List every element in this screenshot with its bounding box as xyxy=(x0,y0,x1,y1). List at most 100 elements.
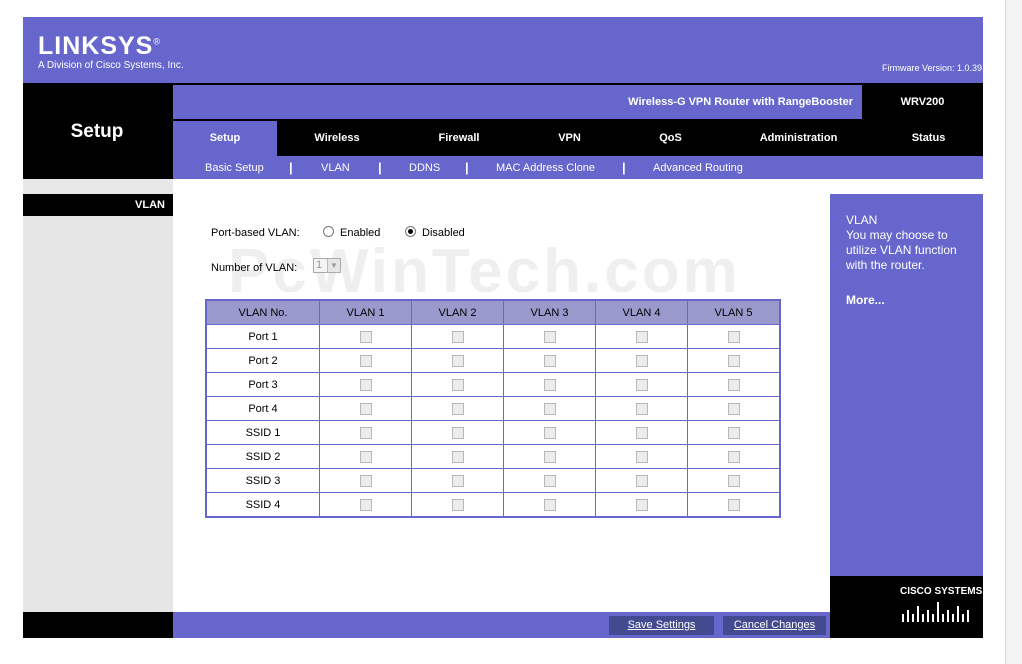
vlan-checkbox[interactable] xyxy=(727,474,740,487)
vlan-checkbox[interactable] xyxy=(727,426,740,439)
vlan-checkbox[interactable] xyxy=(727,498,740,511)
left-section-label: VLAN xyxy=(135,199,165,211)
linksys-logo: LINKSYS® xyxy=(38,32,161,60)
vlan-checkbox[interactable] xyxy=(727,402,740,415)
tab-status[interactable]: Status xyxy=(874,121,983,156)
vlan-checkbox[interactable] xyxy=(635,402,648,415)
vlan-checkbox[interactable] xyxy=(543,402,556,415)
table-row: Port 1 xyxy=(205,324,781,349)
row-label: Port 2 xyxy=(205,348,320,373)
vlan-checkbox[interactable] xyxy=(543,450,556,463)
vlan-checkbox[interactable] xyxy=(359,498,372,511)
save-settings-button[interactable]: Save Settings xyxy=(609,616,714,635)
subnav-vlan[interactable]: VLAN xyxy=(321,162,350,174)
product-name: Wireless-G VPN Router with RangeBooster xyxy=(628,96,853,108)
tab-qos[interactable]: QoS xyxy=(618,121,723,156)
tab-vpn[interactable]: VPN xyxy=(521,121,618,156)
table-row: Port 3 xyxy=(205,372,781,397)
vlan-checkbox[interactable] xyxy=(359,450,372,463)
firmware-version: Firmware Version: 1.0.39 xyxy=(881,63,982,73)
vlan-checkbox[interactable] xyxy=(727,450,740,463)
help-text: You may choose to utilize VLAN function … xyxy=(846,228,957,272)
vlan-checkbox[interactable] xyxy=(359,330,372,343)
vlan-checkbox[interactable] xyxy=(451,378,464,391)
tab-firewall[interactable]: Firewall xyxy=(397,121,521,156)
table-header-row: VLAN No. VLAN 1 VLAN 2 VLAN 3 VLAN 4 VLA… xyxy=(205,299,781,325)
row-label: Port 4 xyxy=(205,396,320,421)
subnav-separator: | xyxy=(622,160,626,175)
port-vlan-enabled-radio[interactable] xyxy=(323,226,334,237)
table-row: SSID 2 xyxy=(205,444,781,469)
vlan-checkbox[interactable] xyxy=(451,498,464,511)
vlan-checkbox[interactable] xyxy=(359,474,372,487)
vlan-checkbox[interactable] xyxy=(543,378,556,391)
vlan-checkbox[interactable] xyxy=(359,426,372,439)
header-gap-left xyxy=(23,179,173,194)
tab-setup[interactable]: Setup xyxy=(173,121,277,156)
vlan-checkbox[interactable] xyxy=(635,378,648,391)
tab-administration[interactable]: Administration xyxy=(723,121,874,156)
watermark: PcWinTech.com xyxy=(228,237,741,306)
table-row: Port 2 xyxy=(205,348,781,373)
row-label: Port 1 xyxy=(205,324,320,349)
vlan-checkbox[interactable] xyxy=(451,402,464,415)
port-vlan-label: Port-based VLAN: xyxy=(211,227,300,239)
vlan-checkbox[interactable] xyxy=(543,426,556,439)
tab-wireless[interactable]: Wireless xyxy=(277,121,397,156)
vlan-checkbox[interactable] xyxy=(727,378,740,391)
vlan-checkbox[interactable] xyxy=(451,354,464,367)
cancel-changes-button[interactable]: Cancel Changes xyxy=(723,616,826,635)
vlan-checkbox[interactable] xyxy=(451,330,464,343)
subnav-separator: | xyxy=(289,160,293,175)
footer-left xyxy=(23,612,173,638)
column-header: VLAN 5 xyxy=(687,299,781,325)
subnav-advanced-routing[interactable]: Advanced Routing xyxy=(653,162,743,174)
window-scrollbar[interactable] xyxy=(1005,0,1022,664)
vlan-checkbox[interactable] xyxy=(543,330,556,343)
row-label: Port 3 xyxy=(205,372,320,397)
column-header: VLAN 3 xyxy=(503,299,596,325)
vlan-checkbox[interactable] xyxy=(635,450,648,463)
vlan-checkbox[interactable] xyxy=(359,378,372,391)
table-row: SSID 1 xyxy=(205,420,781,445)
row-label: SSID 4 xyxy=(205,492,320,518)
subnav-basic-setup[interactable]: Basic Setup xyxy=(205,162,264,174)
row-label: SSID 1 xyxy=(205,420,320,445)
header-banner xyxy=(23,17,983,83)
table-row: SSID 4 xyxy=(205,492,781,518)
column-header: VLAN 2 xyxy=(411,299,504,325)
vlan-checkbox[interactable] xyxy=(635,330,648,343)
subnav-ddns[interactable]: DDNS xyxy=(409,162,440,174)
vlan-checkbox[interactable] xyxy=(543,354,556,367)
vlan-checkbox[interactable] xyxy=(451,426,464,439)
vlan-checkbox[interactable] xyxy=(359,354,372,367)
vlan-checkbox[interactable] xyxy=(727,330,740,343)
vlan-checkbox[interactable] xyxy=(451,450,464,463)
vlan-checkbox[interactable] xyxy=(451,474,464,487)
enabled-label: Enabled xyxy=(340,227,381,239)
vlan-checkbox[interactable] xyxy=(635,474,648,487)
vlan-checkbox[interactable] xyxy=(635,498,648,511)
vlan-checkbox[interactable] xyxy=(359,402,372,415)
section-title: Setup xyxy=(70,121,124,142)
vlan-checkbox[interactable] xyxy=(635,426,648,439)
vlan-checkbox[interactable] xyxy=(543,498,556,511)
num-vlan-select[interactable]: 1 ▼ xyxy=(313,258,341,273)
num-vlan-value: 1 xyxy=(316,259,323,271)
vlan-checkbox[interactable] xyxy=(727,354,740,367)
disabled-label: Disabled xyxy=(422,227,465,239)
help-title: VLAN xyxy=(846,213,878,227)
port-vlan-disabled-radio[interactable] xyxy=(405,226,416,237)
subnav-mac-address-clone[interactable]: MAC Address Clone xyxy=(496,162,595,174)
vlan-checkbox[interactable] xyxy=(635,354,648,367)
column-header: VLAN 4 xyxy=(595,299,688,325)
vlan-table: VLAN No. VLAN 1 VLAN 2 VLAN 3 VLAN 4 VLA… xyxy=(205,299,781,518)
column-header: VLAN No. xyxy=(205,299,320,325)
model-name: WRV200 xyxy=(900,96,945,108)
cisco-logo: CISCO SYSTEMS xyxy=(900,586,983,597)
subnav-separator: | xyxy=(378,160,382,175)
help-more-link[interactable]: More... xyxy=(846,293,885,307)
vlan-checkbox[interactable] xyxy=(543,474,556,487)
subnav-separator: | xyxy=(465,160,469,175)
column-header: VLAN 1 xyxy=(319,299,412,325)
